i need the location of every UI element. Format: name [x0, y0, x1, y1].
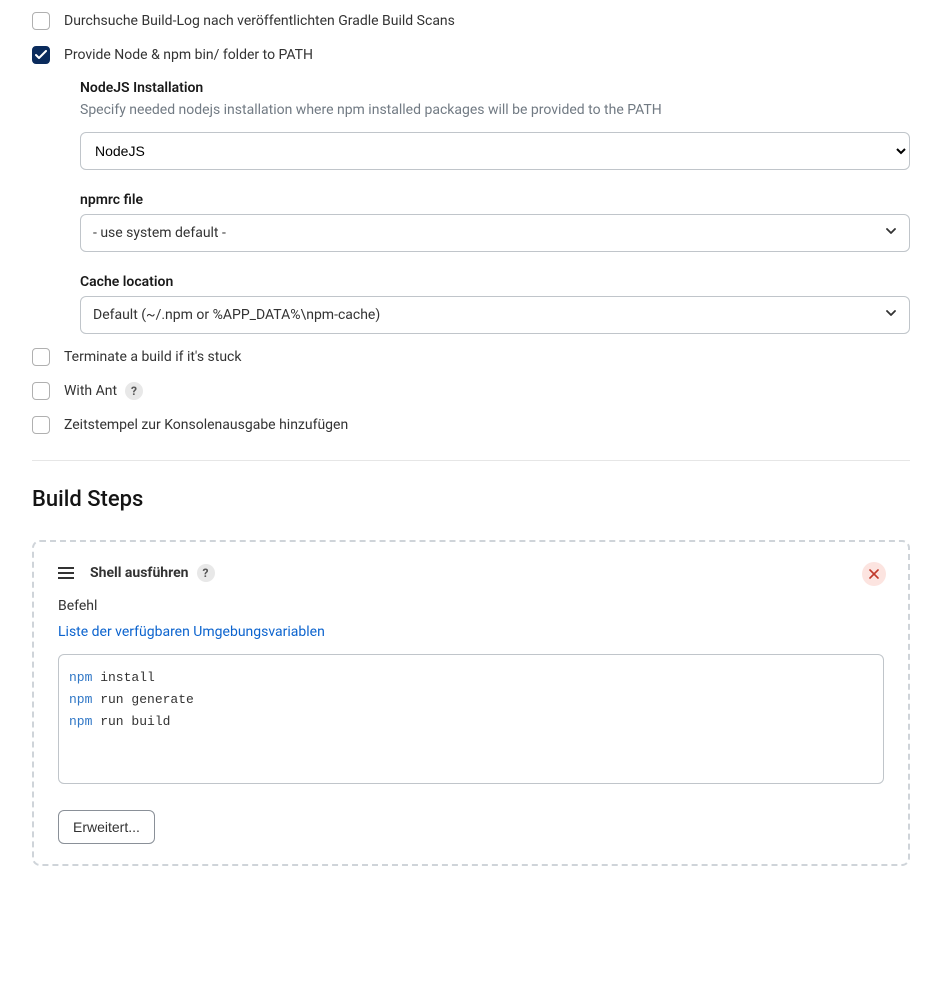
advanced-button[interactable]: Erweitert... [58, 810, 155, 844]
timestamps-label: Zeitstempel zur Konsolenausgabe hinzufüg… [64, 417, 348, 433]
cache-location-value: Default (~/.npm or %APP_DATA%\npm-cache) [93, 307, 380, 323]
with-ant-help-icon[interactable]: ? [125, 382, 143, 400]
with-ant-label: With Ant [64, 383, 117, 399]
nodejs-install-label: NodeJS Installation [80, 80, 910, 96]
nodejs-install-help: Specify needed nodejs installation where… [80, 102, 910, 118]
build-steps-title: Build Steps [32, 487, 910, 512]
shell-step-card: Shell ausführen ? Befehl Liste der verfü… [32, 540, 910, 866]
cache-location-select[interactable]: Default (~/.npm or %APP_DATA%\npm-cache) [80, 296, 910, 334]
gradle-scan-label: Durchsuche Build-Log nach veröffentlicht… [64, 13, 455, 29]
terminate-stuck-checkbox[interactable] [32, 348, 50, 366]
node-npm-checkbox[interactable] [32, 46, 50, 64]
env-vars-link[interactable]: Liste der verfügbaren Umgebungsvariablen [58, 624, 325, 640]
npmrc-select-value: - use system default - [93, 225, 226, 241]
shell-step-help-icon[interactable]: ? [197, 564, 215, 582]
command-label: Befehl [58, 598, 884, 614]
with-ant-checkbox[interactable] [32, 382, 50, 400]
shell-step-title: Shell ausführen [90, 565, 189, 581]
terminate-stuck-label: Terminate a build if it's stuck [64, 349, 241, 365]
close-step-button[interactable] [862, 562, 886, 586]
timestamps-checkbox[interactable] [32, 416, 50, 434]
npmrc-label: npmrc file [80, 192, 910, 208]
cache-location-label: Cache location [80, 274, 910, 290]
npmrc-select[interactable]: - use system default - [80, 214, 910, 252]
shell-command-textarea[interactable]: npm install npm run generate npm run bui… [58, 654, 884, 784]
close-icon [869, 569, 879, 579]
nodejs-install-select[interactable]: NodeJS [80, 132, 910, 170]
drag-handle-icon[interactable] [58, 567, 74, 579]
gradle-scan-checkbox[interactable] [32, 12, 50, 30]
section-divider [32, 460, 910, 461]
node-npm-label: Provide Node & npm bin/ folder to PATH [64, 47, 313, 63]
